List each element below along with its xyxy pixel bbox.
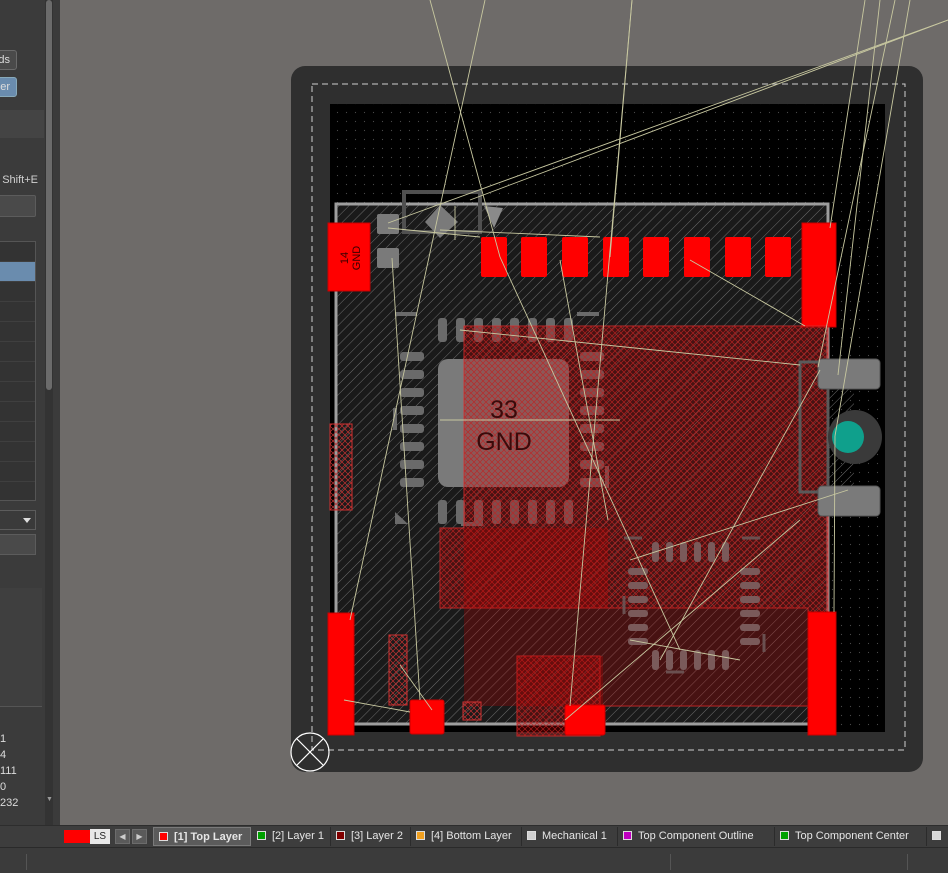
layer-color-swatch bbox=[257, 831, 266, 840]
status-divider bbox=[26, 854, 27, 870]
status-divider bbox=[670, 854, 671, 870]
panel-button-2[interactable]: er bbox=[0, 77, 17, 97]
layer-color-swatch bbox=[416, 831, 425, 840]
tab-top-component-center[interactable]: Top Component Center bbox=[775, 827, 927, 846]
status-divider bbox=[907, 854, 908, 870]
panel-values: 1 4 111 0 232 bbox=[0, 731, 32, 811]
layer-set-button[interactable]: LS bbox=[90, 829, 110, 844]
current-layer-swatch[interactable] bbox=[64, 830, 90, 843]
pad-label-net: GND bbox=[351, 246, 363, 271]
layer-color-swatch bbox=[932, 831, 941, 840]
panel-input[interactable] bbox=[0, 195, 36, 217]
layer-tab-label: [2] Layer 1 bbox=[272, 830, 324, 842]
panel-scrollbar[interactable] bbox=[45, 0, 53, 825]
list-item[interactable] bbox=[0, 402, 35, 422]
pad-label-u1-net: GND bbox=[476, 428, 532, 456]
layer-tab-label: [4] Bottom Layer bbox=[431, 830, 512, 842]
scroll-down-icon[interactable]: ▼ bbox=[46, 796, 53, 803]
pad-h2[interactable] bbox=[521, 237, 547, 277]
list-item[interactable] bbox=[0, 342, 35, 362]
pad-label-pin: 14 bbox=[339, 252, 351, 264]
layer-tabs-bar: LS ◀ ▶ [1] Top Layer [2] Layer 1 [3] Lay… bbox=[0, 825, 948, 847]
list-item[interactable] bbox=[0, 322, 35, 342]
panel-dropdown[interactable] bbox=[0, 510, 36, 530]
pad-j2-top[interactable] bbox=[801, 222, 837, 328]
pad-j2-bottom[interactable] bbox=[807, 611, 837, 736]
copper-strip-left bbox=[329, 423, 353, 511]
list-item[interactable] bbox=[0, 442, 35, 462]
pad-j1-bottom[interactable] bbox=[327, 612, 355, 736]
list-item[interactable] bbox=[0, 382, 35, 402]
pad-h3[interactable] bbox=[562, 237, 588, 277]
layer-color-swatch bbox=[527, 831, 536, 840]
tab-layer-1[interactable]: [2] Layer 1 bbox=[252, 827, 331, 846]
tab-layer-2[interactable]: [3] Layer 2 bbox=[331, 827, 411, 846]
layer-prev-icon[interactable]: ◀ bbox=[115, 829, 130, 844]
pad-h4[interactable] bbox=[603, 237, 629, 277]
list-item[interactable] bbox=[0, 362, 35, 382]
list-item[interactable] bbox=[0, 302, 35, 322]
value-5: 232 bbox=[0, 797, 19, 809]
pad-c2[interactable] bbox=[564, 704, 606, 736]
shortcut-hint: Shift+E bbox=[2, 174, 38, 186]
layer-color-swatch bbox=[159, 832, 168, 841]
layer-tab-label: Top Component Outline bbox=[638, 830, 754, 842]
copper-strip-bottom bbox=[388, 634, 408, 706]
list-item[interactable] bbox=[0, 262, 35, 282]
tab-bottom-layer[interactable]: [4] Bottom Layer bbox=[411, 827, 522, 846]
layer-color-swatch bbox=[780, 831, 789, 840]
chevron-down-icon bbox=[23, 518, 31, 523]
pad-r1-1 bbox=[377, 214, 399, 234]
value-4: 0 bbox=[0, 781, 7, 793]
copper-polygon-fill bbox=[464, 326, 828, 706]
layer-tab-label: [1] Top Layer bbox=[174, 831, 243, 843]
pcb-canvas[interactable]: 14 GND 33 GND bbox=[60, 0, 948, 825]
pad-j3-1[interactable] bbox=[817, 358, 881, 390]
list-item[interactable] bbox=[0, 242, 35, 262]
copper-small bbox=[462, 701, 482, 721]
list-item[interactable] bbox=[0, 422, 35, 442]
layer-color-swatch bbox=[336, 831, 345, 840]
pad-r1-2 bbox=[377, 248, 399, 268]
panel-section-header bbox=[0, 110, 44, 138]
panel-button-1[interactable]: ds bbox=[0, 50, 17, 70]
panel-section bbox=[0, 588, 42, 706]
value-1: 1 bbox=[0, 733, 7, 745]
layer-tab-label: Mechanical 1 bbox=[542, 830, 607, 842]
status-bar bbox=[0, 847, 948, 873]
divider bbox=[0, 706, 42, 707]
layer-next-icon[interactable]: ▶ bbox=[132, 829, 147, 844]
layer-tab-label: Top Component Center bbox=[795, 830, 909, 842]
panel-list[interactable] bbox=[0, 241, 36, 501]
layer-color-swatch bbox=[623, 831, 632, 840]
scrollbar-thumb[interactable] bbox=[46, 0, 52, 390]
value-3: 111 bbox=[0, 765, 17, 777]
copper-polygon-fill-2 bbox=[440, 528, 608, 608]
list-item[interactable] bbox=[0, 282, 35, 302]
pad-j3-2[interactable] bbox=[817, 485, 881, 517]
tab-mechanical-1[interactable]: Mechanical 1 bbox=[522, 827, 618, 846]
pad-h6[interactable] bbox=[684, 237, 710, 277]
pad-h5[interactable] bbox=[643, 237, 669, 277]
pad-h8[interactable] bbox=[765, 237, 791, 277]
pad-h1[interactable] bbox=[481, 237, 507, 277]
layer-tab-label: [3] Layer 2 bbox=[351, 830, 403, 842]
value-2: 4 bbox=[0, 749, 7, 761]
tab-top-layer[interactable]: [1] Top Layer bbox=[153, 827, 251, 846]
list-item[interactable] bbox=[0, 462, 35, 482]
pad-h7[interactable] bbox=[725, 237, 751, 277]
panel-button-3[interactable] bbox=[0, 534, 36, 555]
tab-top-component-outline[interactable]: Top Component Outline bbox=[618, 827, 775, 846]
pcb-editor-window: ds er Shift+E 1 4 111 0 232 ▼ 14 GND 33 … bbox=[0, 0, 948, 873]
tab-more-layers[interactable] bbox=[927, 827, 948, 846]
pad-c1[interactable] bbox=[409, 699, 445, 735]
